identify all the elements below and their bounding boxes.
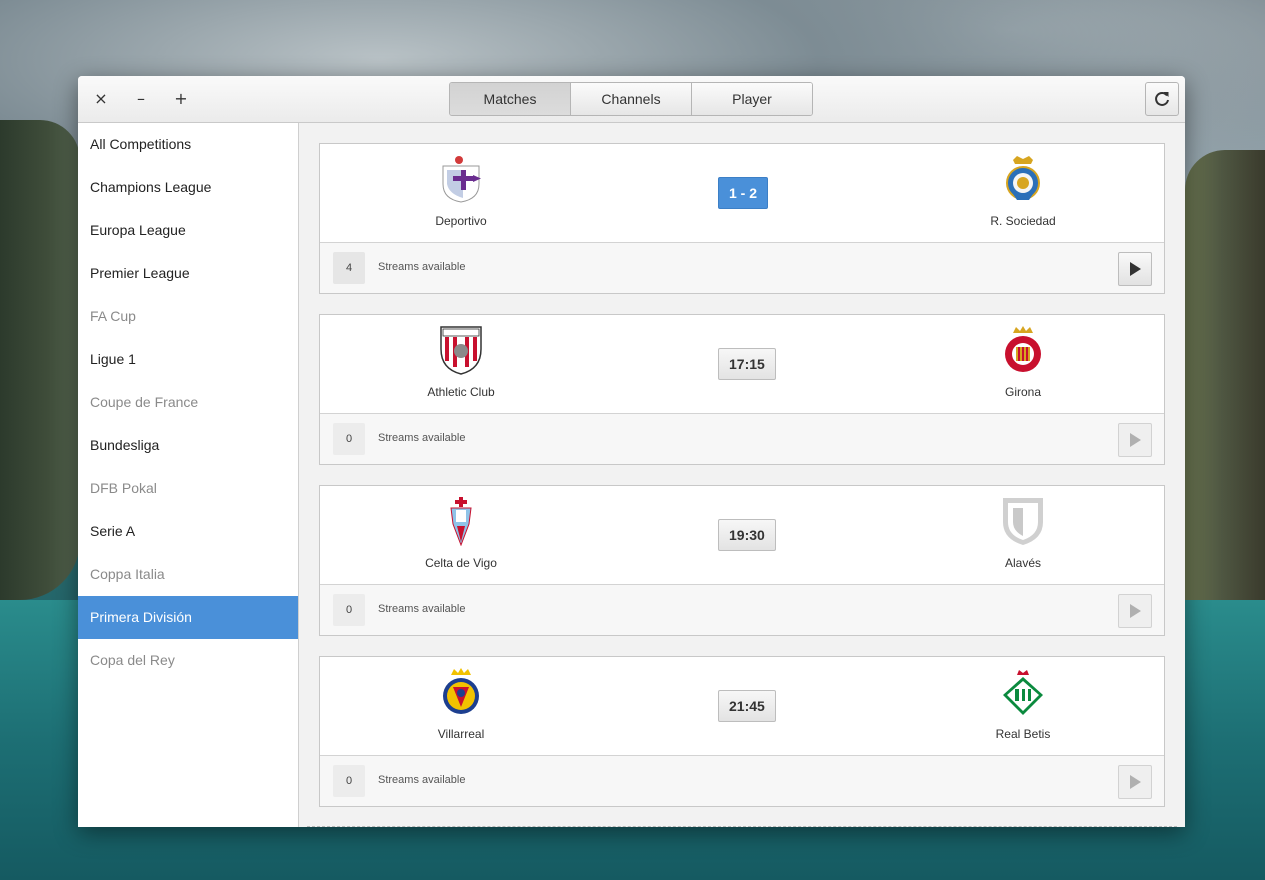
sidebar-item-coppa-italia[interactable]: Coppa Italia bbox=[78, 553, 298, 596]
sidebar-item-europa-league[interactable]: Europa League bbox=[78, 209, 298, 252]
home-team-name: Celta de Vigo bbox=[425, 556, 497, 570]
streams-label: Streams available bbox=[378, 774, 466, 786]
header-bar: × – + Matches Channels Player bbox=[78, 76, 1185, 123]
sidebar-item-primera-division[interactable]: Primera División bbox=[78, 596, 298, 639]
home-team-name: Athletic Club bbox=[427, 385, 495, 399]
athletic-club-crest-icon bbox=[440, 326, 482, 375]
sidebar-item-bundesliga[interactable]: Bundesliga bbox=[78, 424, 298, 467]
play-icon bbox=[1130, 433, 1141, 447]
sidebar-item-serie-a[interactable]: Serie A bbox=[78, 510, 298, 553]
play-button[interactable] bbox=[1118, 252, 1152, 286]
match-card: Deportivo 1 - 2 R. Sociedad 4 Streams av… bbox=[319, 143, 1165, 294]
alaves-placeholder-shield-icon bbox=[1003, 498, 1043, 545]
match-card: Athletic Club 17:15 Girona 0 Streams ava… bbox=[319, 314, 1165, 465]
real-betis-crest-icon bbox=[1003, 670, 1043, 715]
girona-crest-icon bbox=[1005, 326, 1041, 372]
match-kickoff-time: 17:15 bbox=[718, 348, 776, 380]
home-team-name: Villarreal bbox=[437, 727, 485, 741]
refresh-icon bbox=[1155, 91, 1169, 106]
match-header: Deportivo 1 - 2 R. Sociedad bbox=[320, 144, 1164, 243]
streams-label: Streams available bbox=[378, 603, 466, 615]
close-button[interactable]: × bbox=[90, 88, 112, 110]
sidebar-item-fa-cup[interactable]: FA Cup bbox=[78, 295, 298, 338]
home-team-name: Deportivo bbox=[435, 214, 487, 228]
streams-count-badge: 0 bbox=[333, 765, 365, 797]
match-streams-row: 0 Streams available bbox=[320, 585, 1164, 635]
match-card: Villarreal 21:45 Real Betis 0 Streams av… bbox=[319, 656, 1165, 807]
home-team: Athletic Club bbox=[361, 315, 561, 413]
play-button[interactable] bbox=[1118, 765, 1152, 799]
play-button[interactable] bbox=[1118, 423, 1152, 457]
play-icon bbox=[1130, 604, 1141, 618]
sidebar-item-ligue-1[interactable]: Ligue 1 bbox=[78, 338, 298, 381]
app-window: × – + Matches Channels Player All Compet… bbox=[78, 76, 1185, 827]
match-streams-row: 0 Streams available bbox=[320, 414, 1164, 464]
away-team: Girona bbox=[923, 315, 1123, 413]
streams-label: Streams available bbox=[378, 261, 466, 273]
sidebar-item-dfb-pokal[interactable]: DFB Pokal bbox=[78, 467, 298, 510]
away-team: Real Betis bbox=[923, 657, 1123, 755]
away-team: R. Sociedad bbox=[923, 144, 1123, 242]
deportivo-crest-icon bbox=[442, 156, 481, 203]
match-score: 1 - 2 bbox=[718, 177, 769, 209]
matches-list: Deportivo 1 - 2 R. Sociedad 4 Streams av… bbox=[299, 123, 1185, 827]
away-team-name: Real Betis bbox=[995, 727, 1051, 741]
list-end-separator bbox=[307, 826, 1177, 827]
streams-label: Streams available bbox=[378, 432, 466, 444]
celta-de-vigo-crest-icon bbox=[450, 497, 472, 546]
streams-count-badge: 0 bbox=[333, 423, 365, 455]
play-button[interactable] bbox=[1118, 594, 1152, 628]
match-streams-row: 0 Streams available bbox=[320, 756, 1164, 806]
sidebar-item-all-competitions[interactable]: All Competitions bbox=[78, 123, 298, 166]
home-team: Deportivo bbox=[361, 144, 561, 242]
match-kickoff-time: 21:45 bbox=[718, 690, 776, 722]
real-sociedad-crest-icon bbox=[1006, 156, 1040, 200]
view-switcher: Matches Channels Player bbox=[449, 82, 813, 116]
home-team: Villarreal bbox=[361, 657, 561, 755]
desktop-cliff-left bbox=[0, 120, 80, 600]
maximize-button[interactable]: + bbox=[170, 88, 192, 110]
streams-count-badge: 4 bbox=[333, 252, 365, 284]
sidebar-item-copa-del-rey[interactable]: Copa del Rey bbox=[78, 639, 298, 682]
sidebar-item-coupe-de-france[interactable]: Coupe de France bbox=[78, 381, 298, 424]
away-team-name: Alavés bbox=[1004, 556, 1042, 570]
match-card: Celta de Vigo 19:30 Alavés 0 Streams ava… bbox=[319, 485, 1165, 636]
away-team-name: R. Sociedad bbox=[990, 214, 1056, 228]
match-kickoff-time: 19:30 bbox=[718, 519, 776, 551]
refresh-button[interactable] bbox=[1145, 82, 1179, 116]
away-team-name: Girona bbox=[1004, 385, 1042, 399]
match-streams-row: 4 Streams available bbox=[320, 243, 1164, 293]
match-header: Athletic Club 17:15 Girona bbox=[320, 315, 1164, 414]
play-icon bbox=[1130, 775, 1141, 789]
streams-count-badge: 0 bbox=[333, 594, 365, 626]
minimize-button[interactable]: – bbox=[130, 88, 152, 110]
away-team: Alavés bbox=[923, 486, 1123, 584]
villarreal-crest-icon bbox=[443, 668, 479, 714]
match-header: Celta de Vigo 19:30 Alavés bbox=[320, 486, 1164, 585]
home-team: Celta de Vigo bbox=[361, 486, 561, 584]
tab-player[interactable]: Player bbox=[691, 83, 812, 115]
tab-matches[interactable]: Matches bbox=[450, 83, 570, 115]
tab-channels[interactable]: Channels bbox=[570, 83, 691, 115]
play-icon bbox=[1130, 262, 1141, 276]
sidebar-item-premier-league[interactable]: Premier League bbox=[78, 252, 298, 295]
match-header: Villarreal 21:45 Real Betis bbox=[320, 657, 1164, 756]
competition-sidebar: All Competitions Champions League Europa… bbox=[78, 123, 299, 827]
sidebar-item-champions-league[interactable]: Champions League bbox=[78, 166, 298, 209]
